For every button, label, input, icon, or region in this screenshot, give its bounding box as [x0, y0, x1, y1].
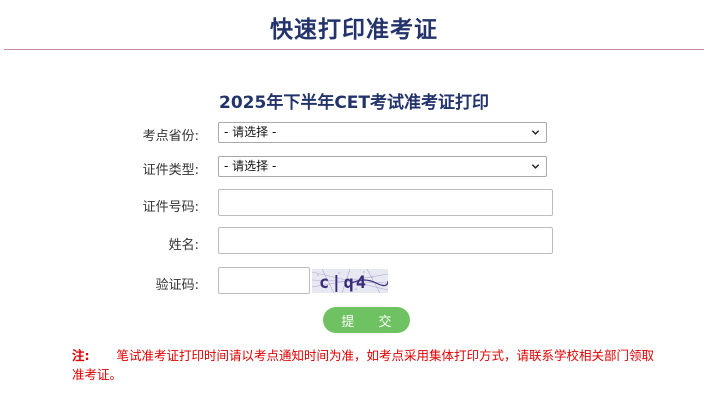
submit-button[interactable]: 提 交 [323, 307, 410, 333]
notice-label: 注: [72, 348, 90, 363]
name-label: 姓名: [168, 238, 199, 253]
page-title: 快速打印准考证 [270, 17, 438, 43]
id-number-input[interactable] [218, 189, 553, 216]
captcha-input[interactable] [218, 267, 310, 294]
notice-text: 注: 笔试准考证打印时间请以考点通知时间为准，如考点采用集体打印方式，请联系学校相… [72, 346, 662, 384]
captcha-label: 验证码: [155, 278, 199, 293]
province-select-value: - 请选择 - [224, 125, 277, 139]
id-type-label: 证件类型: [142, 163, 199, 178]
captcha-text: c|q4 [319, 273, 368, 293]
name-input[interactable] [218, 227, 553, 254]
chevron-down-icon [531, 164, 540, 169]
notice-body: 笔试准考证打印时间请以考点通知时间为准，如考点采用集体打印方式，请联系学校相关部… [72, 348, 655, 382]
id-type-select-value: - 请选择 - [224, 159, 277, 173]
header-divider [4, 49, 704, 50]
id-number-label: 证件号码: [142, 200, 199, 215]
province-label: 考点省份: [142, 129, 199, 144]
page-header: 快速打印准考证 [0, 0, 708, 49]
form-title: 2025年下半年CET考试准考证打印 [219, 93, 489, 113]
captcha-image[interactable]: c|q4 [312, 269, 388, 293]
chevron-down-icon [531, 130, 540, 135]
province-select[interactable]: - 请选择 - [218, 122, 547, 143]
id-type-select[interactable]: - 请选择 - [218, 156, 547, 177]
